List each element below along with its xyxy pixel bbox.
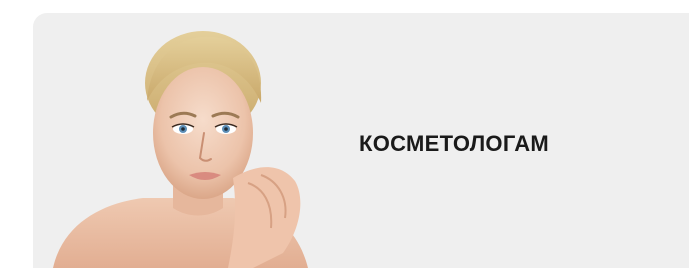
card-title: КОСМЕТОЛОГАМ [359,131,550,156]
woman-portrait-image [53,31,308,268]
category-card-cosmetologists[interactable]: КОСМЕТОЛОГАМ [33,13,689,268]
